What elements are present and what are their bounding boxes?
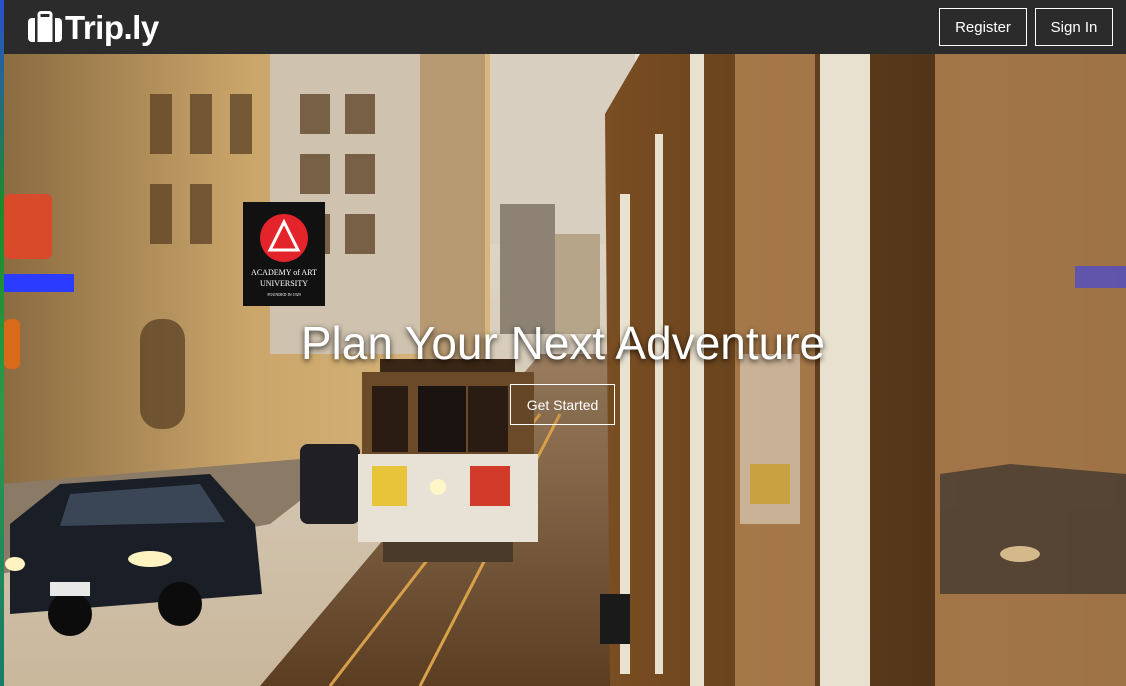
get-started-button[interactable]: Get Started xyxy=(510,384,615,425)
sign-line: UNIVERSITY xyxy=(260,279,308,288)
left-edge-strip xyxy=(0,0,4,686)
sign-in-button[interactable]: Sign In xyxy=(1035,8,1113,46)
navbar: Trip.ly Register Sign In xyxy=(0,0,1126,54)
sign-line: ACADEMY of ART xyxy=(251,268,317,277)
brand-logo-link[interactable]: Trip.ly xyxy=(27,8,159,46)
hero-background-image: ACADEMY of ART UNIVERSITY FOUNDED IN 192… xyxy=(0,54,1126,686)
page: Trip.ly Register Sign In ACADEMY of ART … xyxy=(0,0,1126,686)
hero-section: ACADEMY of ART UNIVERSITY FOUNDED IN 192… xyxy=(0,54,1126,686)
register-button[interactable]: Register xyxy=(939,8,1027,46)
hero-title: Plan Your Next Adventure xyxy=(300,317,826,369)
sign-line: FOUNDED IN 1929 xyxy=(267,292,300,297)
academy-sign: ACADEMY of ART UNIVERSITY FOUNDED IN 192… xyxy=(243,202,325,306)
brand-name: Trip.ly xyxy=(65,8,159,46)
suitcase-icon xyxy=(28,11,62,42)
